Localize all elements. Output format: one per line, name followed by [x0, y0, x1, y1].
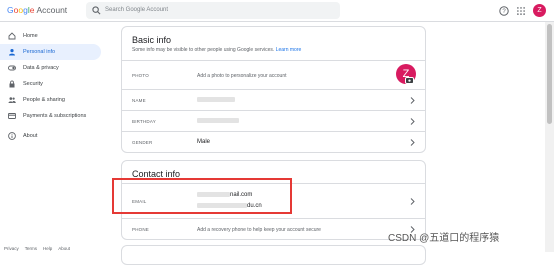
logo-letter: G: [7, 5, 14, 15]
page-scrollbar[interactable]: [545, 22, 554, 252]
sidebar-item-about[interactable]: About: [0, 128, 106, 144]
info-icon: [8, 132, 16, 140]
gender-value: Male: [197, 139, 211, 145]
search-icon: [92, 6, 101, 15]
card-icon: [8, 113, 16, 119]
phone-label: PHONE: [132, 227, 150, 232]
search-input[interactable]: Search Google Account: [86, 2, 340, 19]
top-bar: Google Account Search Google Account ? Z: [0, 0, 554, 22]
sidebar-item-people-sharing[interactable]: People & sharing: [0, 92, 106, 108]
person-icon: [9, 49, 15, 56]
people-icon: [8, 97, 16, 103]
sidebar-item-label: Data & privacy: [23, 65, 59, 71]
help-icon[interactable]: ?: [499, 6, 509, 16]
footer-links: Privacy Terms Help About: [4, 245, 76, 252]
lock-icon: [9, 80, 15, 88]
email-highlight-box: [112, 178, 292, 214]
sidebar-item-personal-info[interactable]: Personal info: [0, 44, 101, 60]
sidebar-item-label: Personal info: [23, 49, 56, 55]
search-placeholder: Search Google Account: [105, 7, 169, 13]
logo-account-text: Account: [36, 5, 68, 15]
name-value-redacted: [197, 96, 235, 104]
chevron-right-icon: [410, 139, 415, 146]
birthday-value-redacted: [197, 117, 239, 125]
chevron-right-icon: [410, 118, 415, 125]
phone-hint: Add a recovery phone to help keep your a…: [197, 227, 321, 233]
home-icon: [8, 32, 16, 40]
next-card: [121, 245, 426, 265]
chevron-right-icon: [410, 198, 415, 205]
account-avatar[interactable]: Z: [533, 4, 546, 17]
name-label: NAME: [132, 98, 146, 103]
name-row[interactable]: NAME: [122, 89, 425, 110]
footer-link-about[interactable]: About: [58, 246, 70, 251]
birthday-label: BIRTHDAY: [132, 119, 156, 124]
basic-info-subtitle: Some info may be visible to other people…: [132, 47, 301, 54]
camera-icon: [405, 77, 414, 84]
sidebar-item-label: Payments & subscriptions: [23, 113, 87, 119]
sidebar-item-label: People & sharing: [23, 97, 65, 103]
photo-label: PHOTO: [132, 73, 149, 78]
photo-hint: Add a photo to personalize your account: [197, 73, 287, 79]
footer-link-help[interactable]: Help: [43, 246, 52, 251]
toggle-icon: [8, 65, 16, 71]
learn-more-link[interactable]: Learn more: [276, 47, 302, 53]
logo-letter: e: [29, 5, 35, 15]
photo-row[interactable]: PHOTO Add a photo to personalize your ac…: [122, 60, 425, 89]
chevron-right-icon: [410, 226, 415, 233]
basic-info-card: Basic info Some info may be visible to o…: [121, 26, 426, 153]
basic-info-subtitle-text: Some info may be visible to other people…: [132, 47, 275, 53]
sidebar-item-security[interactable]: Security: [0, 76, 106, 92]
phone-row[interactable]: PHONE Add a recovery phone to help keep …: [122, 218, 425, 239]
footer-link-privacy[interactable]: Privacy: [4, 246, 19, 251]
scrollbar-thumb[interactable]: [547, 24, 552, 124]
sidebar: Home Personal info Data & privacy Securi…: [0, 28, 106, 144]
sidebar-item-data-privacy[interactable]: Data & privacy: [0, 60, 106, 76]
gender-row[interactable]: GENDER Male: [122, 131, 425, 152]
chevron-right-icon: [410, 97, 415, 104]
sidebar-item-label: Security: [23, 81, 43, 87]
basic-info-title: Basic info: [132, 35, 172, 45]
sidebar-item-home[interactable]: Home: [0, 28, 106, 44]
csdn-watermark: CSDN @五道口的程序猿: [388, 233, 500, 244]
gender-label: GENDER: [132, 140, 153, 145]
birthday-row[interactable]: BIRTHDAY: [122, 110, 425, 131]
apps-grid-icon[interactable]: [517, 7, 525, 15]
sidebar-item-payments[interactable]: Payments & subscriptions: [0, 108, 106, 124]
google-account-logo[interactable]: Google Account: [7, 4, 67, 16]
sidebar-item-label: About: [23, 133, 38, 139]
footer-link-terms[interactable]: Terms: [25, 246, 37, 251]
sidebar-item-label: Home: [23, 33, 38, 39]
